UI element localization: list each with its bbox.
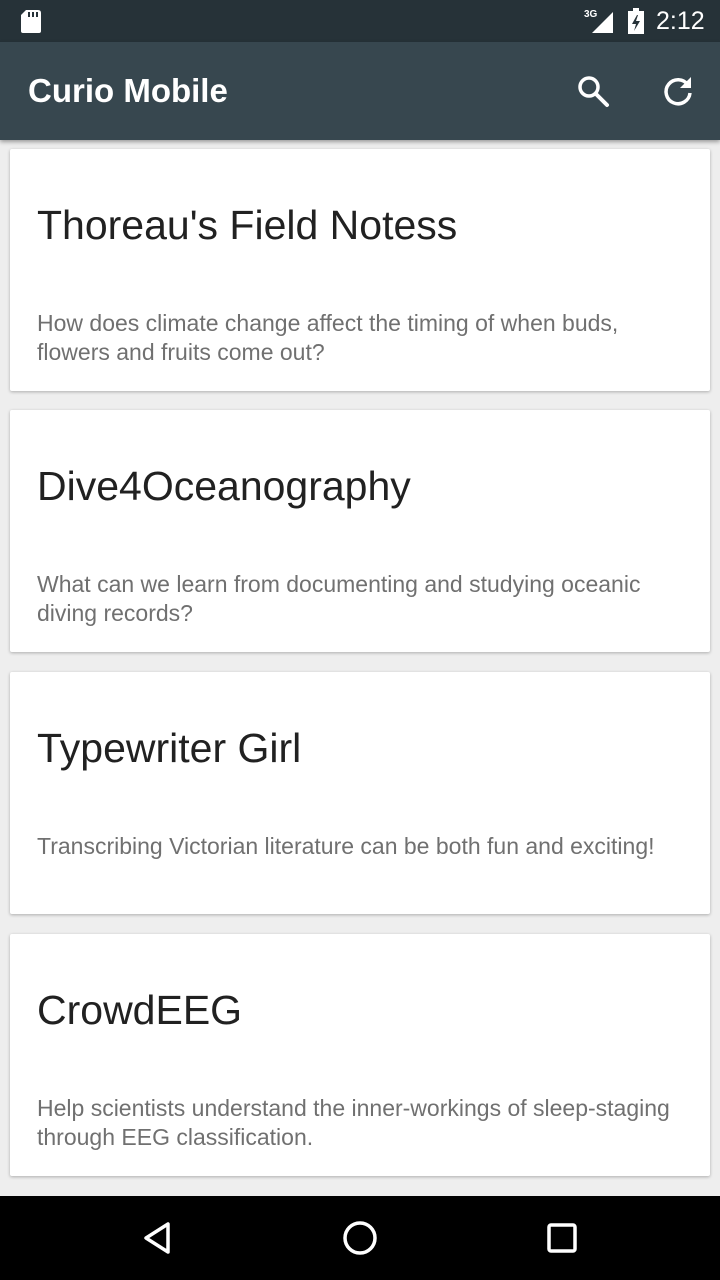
back-icon (144, 1222, 170, 1254)
project-title: CrowdEEG (37, 987, 243, 1033)
recents-icon (547, 1223, 577, 1253)
refresh-icon (664, 77, 692, 106)
project-description: What can we learn from documenting and s… (37, 571, 641, 626)
status-bar: 3G 2:12 (0, 0, 720, 42)
signal-3g-icon: 3G (584, 9, 613, 33)
home-button[interactable] (335, 1213, 385, 1263)
navigation-bar (0, 1196, 720, 1280)
project-card-dive4oceanography[interactable]: Dive4Oceanography What can we learn from… (10, 410, 710, 652)
project-list: Thoreau's Field Notess How does climate … (0, 140, 720, 1196)
project-card-thoreaus-field-notess[interactable]: Thoreau's Field Notess How does climate … (10, 149, 710, 391)
recents-button[interactable] (537, 1213, 587, 1263)
project-description: Help scientists understand the inner-wor… (37, 1095, 670, 1150)
search-button[interactable] (568, 66, 618, 116)
home-icon (343, 1221, 377, 1255)
project-card-crowdeeg[interactable]: CrowdEEG Help scientists understand the … (10, 934, 710, 1176)
project-card-typewriter-girl[interactable]: Typewriter Girl Transcribing Victorian l… (10, 672, 710, 914)
project-title: Thoreau's Field Notess (37, 202, 458, 248)
refresh-button[interactable] (653, 66, 703, 116)
network-type-label: 3G (584, 9, 598, 20)
search-icon (578, 76, 609, 107)
app-title: Curio Mobile (28, 72, 228, 109)
back-button[interactable] (133, 1213, 183, 1263)
battery-charging-icon (628, 8, 644, 34)
project-title: Dive4Oceanography (37, 463, 411, 509)
project-title: Typewriter Girl (37, 725, 302, 771)
sd-card-icon (21, 10, 41, 33)
project-description: How does climate change affect the timin… (37, 310, 619, 365)
status-time: 2:12 (656, 7, 705, 35)
app-bar: Curio Mobile (0, 42, 720, 140)
project-description: Transcribing Victorian literature can be… (37, 833, 655, 859)
